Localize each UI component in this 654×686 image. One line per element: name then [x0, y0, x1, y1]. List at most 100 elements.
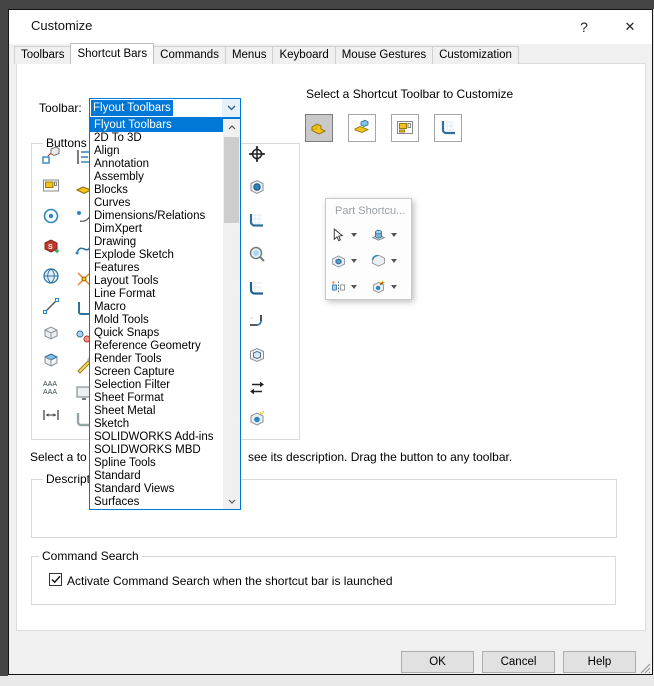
- part-shortcut-panel[interactable]: Part Shortcu...: [325, 198, 412, 300]
- tab-toolbars[interactable]: Toolbars: [14, 46, 72, 64]
- help-caption-button[interactable]: ?: [569, 14, 599, 40]
- shortcut-toolbar-button-drawing[interactable]: [391, 114, 419, 142]
- dropdown-item-sheet-metal[interactable]: Sheet Metal: [90, 405, 223, 418]
- dropdown-item-curves[interactable]: Curves: [90, 197, 223, 210]
- dropdown-item-spline-tools[interactable]: Spline Tools: [90, 457, 223, 470]
- flyout-caret-icon[interactable]: [351, 285, 357, 289]
- dropdown-item-align[interactable]: Align: [90, 145, 223, 158]
- hint-text-left: Select a to: [30, 450, 87, 464]
- dropdown-item-surfaces[interactable]: Surfaces: [90, 496, 223, 509]
- resize-grip[interactable]: [639, 661, 651, 679]
- swap-arrows-icon[interactable]: [247, 378, 267, 398]
- dropdown-item-features[interactable]: Features: [90, 262, 223, 275]
- help-button[interactable]: Help: [563, 651, 636, 673]
- tab-customization[interactable]: Customization: [432, 46, 519, 64]
- tab-menus[interactable]: Menus: [224, 46, 274, 64]
- dropdown-item-drawing[interactable]: Drawing: [90, 236, 223, 249]
- part-shortcut-item[interactable]: [370, 227, 410, 244]
- select-cursor-icon[interactable]: [330, 227, 347, 244]
- part-shortcut-item[interactable]: [330, 253, 370, 270]
- flyout-caret-icon[interactable]: [391, 233, 397, 237]
- dropdown-item-screen-capture[interactable]: Screen Capture: [90, 366, 223, 379]
- sheet-format-icon[interactable]: [41, 176, 61, 196]
- dropdown-item-dimxpert[interactable]: DimXpert: [90, 223, 223, 236]
- dropdown-item-dimensions-relations[interactable]: Dimensions/Relations: [90, 210, 223, 223]
- title-bar: Customize ? ✕: [9, 10, 652, 44]
- toolbar-dropdown-list[interactable]: Flyout Toolbars 2D To 3D Align Annotation As…: [89, 118, 241, 510]
- boss-extrude-icon[interactable]: [370, 227, 387, 244]
- dropdown-item-standard-views[interactable]: Standard Views: [90, 483, 223, 496]
- dropdown-item-blocks[interactable]: Blocks: [90, 184, 223, 197]
- dropdown-item-mold-tools[interactable]: Mold Tools: [90, 314, 223, 327]
- annotation-icon[interactable]: AAA AAA: [41, 377, 61, 397]
- tab-keyboard[interactable]: Keyboard: [272, 46, 336, 64]
- cancel-button[interactable]: Cancel: [482, 651, 555, 673]
- dropdown-item-render-tools[interactable]: Render Tools: [90, 353, 223, 366]
- extruded-cut-icon[interactable]: [330, 253, 347, 270]
- line-format-icon[interactable]: [41, 296, 61, 316]
- dropdown-item-explode-sketch[interactable]: Explode Sketch: [90, 249, 223, 262]
- dropdown-item-flyout-toolbars[interactable]: Flyout Toolbars: [90, 119, 223, 132]
- dropdown-item-2d-to-3d[interactable]: 2D To 3D: [90, 132, 223, 145]
- sketch-3d-icon[interactable]: [247, 278, 267, 298]
- appearance-icon[interactable]: [247, 409, 267, 429]
- render-tools-icon[interactable]: [41, 266, 61, 286]
- svg-text:AAA: AAA: [43, 389, 57, 396]
- tab-shortcut-bars[interactable]: Shortcut Bars: [70, 43, 155, 64]
- tab-mouse-gestures[interactable]: Mouse Gestures: [334, 46, 434, 64]
- dimxpert-icon[interactable]: [41, 405, 61, 425]
- edit-appearance-icon[interactable]: [370, 279, 387, 296]
- scroll-up-icon[interactable]: [223, 119, 240, 135]
- scroll-down-icon[interactable]: [223, 493, 240, 509]
- dropdown-item-line-format[interactable]: Line Format: [90, 288, 223, 301]
- dropdown-item-macro[interactable]: Macro: [90, 301, 223, 314]
- shortcut-toolbar-button-part[interactable]: [305, 114, 333, 142]
- zoom-icon[interactable]: [247, 244, 267, 264]
- dropdown-item-solidworks-add-ins[interactable]: SOLIDWORKS Add-ins: [90, 431, 223, 444]
- shortcut-select-heading: Select a Shortcut Toolbar to Customize: [306, 87, 514, 101]
- corner-rectangle-icon[interactable]: ×: [247, 311, 267, 331]
- dropdown-item-selection-filter[interactable]: Selection Filter: [90, 379, 223, 392]
- solidworks-addins-icon[interactable]: S: [41, 236, 61, 256]
- part-shortcut-item[interactable]: [370, 253, 410, 270]
- dropdown-scrollbar[interactable]: [223, 119, 240, 509]
- hollow-cube-icon[interactable]: [247, 345, 267, 365]
- part-shortcut-item[interactable]: [370, 279, 410, 296]
- flyout-caret-icon[interactable]: [391, 285, 397, 289]
- mold-tools-icon[interactable]: [41, 350, 61, 370]
- dropdown-item-reference-geometry[interactable]: Reference Geometry: [90, 340, 223, 353]
- chevron-down-icon[interactable]: [222, 99, 240, 117]
- shortcut-toolbar-button-assembly[interactable]: [348, 114, 376, 142]
- scrollbar-thumb[interactable]: [224, 137, 239, 223]
- fillet-icon[interactable]: [370, 253, 387, 270]
- shortcut-toolbar-button-sketch[interactable]: [434, 114, 462, 142]
- 2d-to-3d-icon[interactable]: [41, 146, 61, 166]
- mirror-icon[interactable]: [330, 279, 347, 296]
- dropdown-item-solidworks-mbd[interactable]: SOLIDWORKS MBD: [90, 444, 223, 457]
- close-icon[interactable]: ✕: [615, 14, 645, 40]
- command-search-group-label: Command Search: [39, 549, 142, 563]
- ok-button[interactable]: OK: [401, 651, 474, 673]
- flyout-caret-icon[interactable]: [351, 233, 357, 237]
- origin-icon[interactable]: [247, 144, 267, 164]
- dropdown-item-quick-snaps[interactable]: Quick Snaps: [90, 327, 223, 340]
- dropdown-item-sketch[interactable]: Sketch: [90, 418, 223, 431]
- dropdown-item-standard[interactable]: Standard: [90, 470, 223, 483]
- reference-geometry-icon[interactable]: [41, 323, 61, 343]
- part-shortcut-grid: [330, 222, 410, 300]
- activate-command-search-checkbox[interactable]: [49, 573, 62, 586]
- background-top-strip: [0, 0, 654, 9]
- sketch-grid-icon[interactable]: [247, 211, 267, 231]
- dropdown-item-annotation[interactable]: Annotation: [90, 158, 223, 171]
- flyout-caret-icon[interactable]: [351, 259, 357, 263]
- tab-commands[interactable]: Commands: [153, 46, 226, 64]
- blocks-icon[interactable]: [41, 206, 61, 226]
- flyout-caret-icon[interactable]: [391, 259, 397, 263]
- toolbar-combobox[interactable]: Flyout Toolbars: [89, 98, 241, 118]
- dropdown-item-layout-tools[interactable]: Layout Tools: [90, 275, 223, 288]
- dropdown-item-assembly[interactable]: Assembly: [90, 171, 223, 184]
- part-shortcut-item[interactable]: [330, 279, 370, 296]
- part-shortcut-item[interactable]: [330, 227, 370, 244]
- reference-sphere-icon[interactable]: [247, 177, 267, 197]
- dropdown-item-sheet-format[interactable]: Sheet Format: [90, 392, 223, 405]
